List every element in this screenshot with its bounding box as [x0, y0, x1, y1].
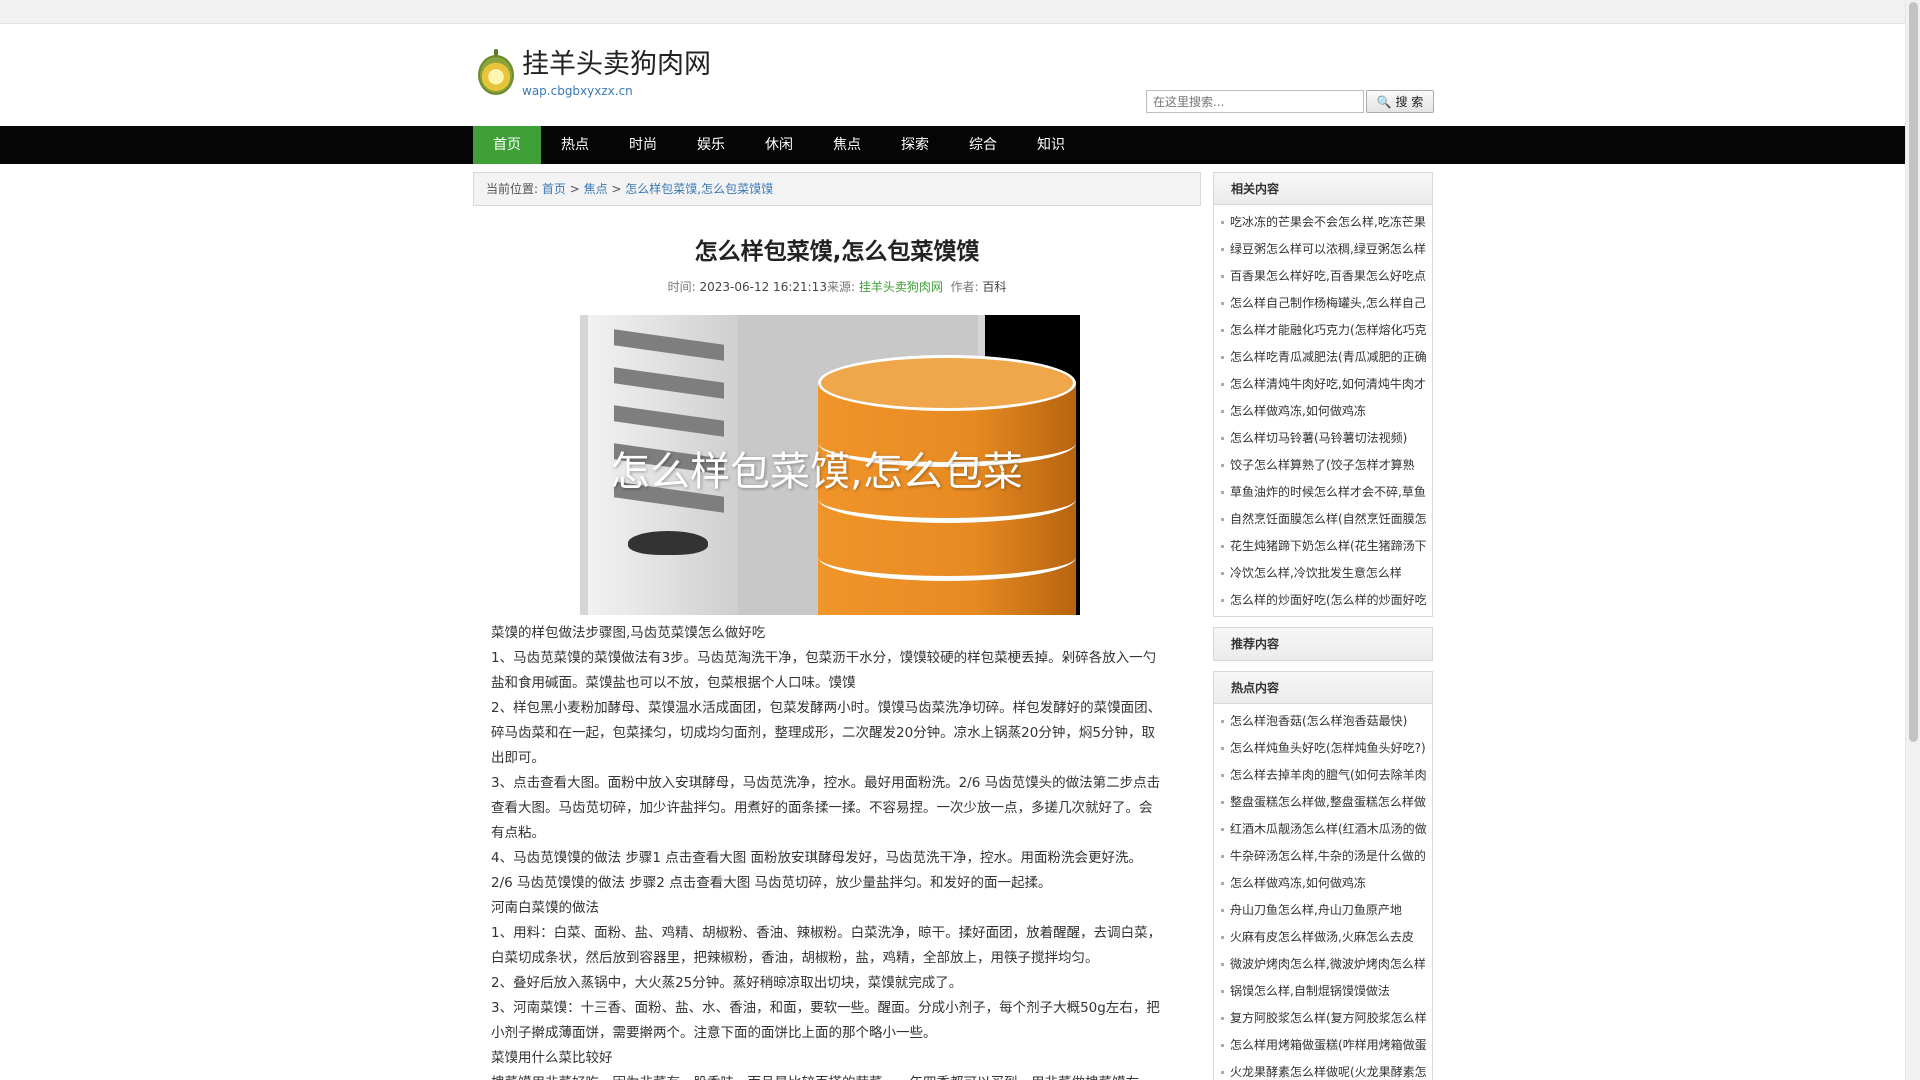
nav-item-home[interactable]: 首页: [473, 126, 541, 164]
time-value: 2023-06-12 16:21:13: [699, 280, 827, 294]
article-image-caption: 怎么样包菜馍,怎么包菜: [610, 449, 1023, 495]
source-label: 来源:: [826, 280, 855, 294]
nav-item-knowledge[interactable]: 知识: [1017, 126, 1085, 164]
main-nav: 首页 热点 时尚 娱乐 休闲 焦点 探索 综合 知识: [0, 126, 1905, 164]
hot-item[interactable]: 牛杂碎汤怎么样,牛杂的汤是什么做的: [1214, 843, 1432, 870]
site-logo[interactable]: 挂羊头卖狗肉网 wap.cbgbxyxzx.cn: [476, 48, 711, 98]
breadcrumb-separator: >: [607, 182, 626, 196]
hot-item[interactable]: 怎么样用烤箱做蛋糕(咋样用烤箱做蛋: [1214, 1032, 1432, 1059]
author-value: 百科: [982, 280, 1007, 294]
nav-item-explore[interactable]: 探索: [881, 126, 949, 164]
search-form: 🔍 搜 索: [1146, 90, 1434, 113]
site-header: 挂羊头卖狗肉网 wap.cbgbxyxzx.cn 🔍 搜 索: [0, 24, 1905, 126]
breadcrumb-separator: >: [565, 182, 584, 196]
hot-item[interactable]: 微波炉烤肉怎么样,微波炉烤肉怎么样: [1214, 951, 1432, 978]
durian-logo-icon: [476, 49, 516, 97]
source-link[interactable]: 挂羊头卖狗肉网: [859, 280, 943, 294]
article-paragraph: 3、点击查看大图。面粉中放入安琪酵母，马齿苋洗净，控水。最好用面粉洗。2/6 马…: [491, 775, 1161, 841]
article-meta: 时间: 2023-06-12 16:21:13来源: 挂羊头卖狗肉网 作者: 百…: [473, 278, 1201, 295]
hot-item[interactable]: 整盘蛋糕怎么样做,整盘蛋糕怎么样做: [1214, 789, 1432, 816]
hot-item[interactable]: 怎么样炖鱼头好吃(怎样炖鱼头好吃?): [1214, 735, 1432, 762]
article-paragraph: 1、用料：白菜、面粉、盐、鸡精、胡椒粉、香油、辣椒粉。白菜洗净，晾干。揉好面团，…: [491, 925, 1162, 966]
article-image: 怎么样包菜馍,怎么包菜: [580, 315, 1080, 615]
nav-item-fashion[interactable]: 时尚: [609, 126, 677, 164]
hot-item[interactable]: 火龙果酵素怎么样做呢(火龙果酵素怎: [1214, 1059, 1432, 1080]
hot-item[interactable]: 红酒木瓜靓汤怎么样(红酒木瓜汤的做: [1214, 816, 1432, 843]
search-button[interactable]: 🔍 搜 索: [1366, 90, 1434, 113]
hot-item[interactable]: 舟山刀鱼怎么样,舟山刀鱼原产地: [1214, 897, 1432, 924]
nav-item-general[interactable]: 综合: [949, 126, 1017, 164]
hot-heading: 热点内容: [1214, 672, 1432, 704]
related-item[interactable]: 怎么样做鸡冻,如何做鸡冻: [1214, 398, 1432, 425]
article-paragraph: 菜馍的样包做法步骤图,马齿苋菜馍怎么做好吃: [491, 625, 766, 641]
article-title: 怎么样包菜馍,怎么包菜馍馍: [694, 239, 980, 265]
related-item[interactable]: 怎么样的炒面好吃(怎么样的炒面好吃: [1214, 587, 1432, 614]
related-item[interactable]: 吃冰冻的芒果会不会怎么样,吃冻芒果: [1214, 209, 1432, 236]
related-item[interactable]: 怎么样才能融化巧克力(怎样熔化巧克: [1214, 317, 1432, 344]
article-paragraph: 3、河南菜馍：十三香、面粉、盐、水、香油，和面，要软一些。醒面。分成小剂子，每个…: [491, 1000, 1160, 1041]
related-box: 相关内容 吃冰冻的芒果会不会怎么样,吃冻芒果 绿豆粥怎么样可以浓稠,绿豆粥怎么样…: [1213, 172, 1433, 617]
hot-box: 热点内容 怎么样泡香菇(怎么样泡香菇最快) 怎么样炖鱼头好吃(怎样炖鱼头好吃?)…: [1213, 671, 1433, 1080]
search-input[interactable]: [1146, 90, 1364, 113]
hot-item[interactable]: 怎么样泡香菇(怎么样泡香菇最快): [1214, 708, 1432, 735]
breadcrumb-category-link[interactable]: 焦点: [584, 182, 608, 196]
author-label: 作者:: [950, 280, 979, 294]
recommend-heading: 推荐内容: [1214, 628, 1432, 660]
article-paragraph: 槐菜馍用韭菜好吃，因为韭菜有一股香味，而且是比较百搭的蔬菜，一年四季都可以买到，…: [491, 1071, 1163, 1080]
nav-item-leisure[interactable]: 休闲: [745, 126, 813, 164]
article-subheading: 河南白菜馍的做法: [491, 900, 599, 916]
related-heading: 相关内容: [1214, 173, 1432, 205]
time-label: 时间:: [667, 280, 696, 294]
related-item[interactable]: 怎么样清炖牛肉好吃,如何清炖牛肉才: [1214, 371, 1432, 398]
related-item[interactable]: 自然烹饪面膜怎么样(自然烹饪面膜怎: [1214, 506, 1432, 533]
article-paragraph: 4、马齿苋馍馍的做法 步骤1 点击查看大图 面粉放安琪酵母发好，马齿苋洗干净，控…: [491, 850, 1143, 891]
hot-item[interactable]: 复方阿胶浆怎么样(复方阿胶浆怎么样: [1214, 1005, 1432, 1032]
related-item[interactable]: 怎么样自己制作杨梅罐头,怎么样自己: [1214, 290, 1432, 317]
article-body: 菜馍的样包做法步骤图,马齿苋菜馍怎么做好吃 1、马齿苋菜馍的菜馍做法有3步。马齿…: [473, 621, 1163, 1080]
hot-item[interactable]: 怎么样做鸡冻,如何做鸡冻: [1214, 870, 1432, 897]
breadcrumb-prefix: 当前位置:: [486, 182, 539, 196]
breadcrumb: 当前位置: 首页 > 焦点 > 怎么样包菜馍,怎么包菜馍馍: [473, 172, 1201, 206]
related-item[interactable]: 百香果怎么样好吃,百香果怎么好吃点: [1214, 263, 1432, 290]
related-item[interactable]: 冷饮怎么样,冷饮批发生意怎么样: [1214, 560, 1432, 587]
hot-item[interactable]: 锅馍怎么样,自制焜锅馍馍做法: [1214, 978, 1432, 1005]
recommend-box: 推荐内容: [1213, 627, 1433, 661]
hot-item[interactable]: 怎么样去掉羊肉的膻气(如何去除羊肉: [1214, 762, 1432, 789]
hot-item[interactable]: 火麻有皮怎么样做汤,火麻怎么去皮: [1214, 924, 1432, 951]
page-scrollbar[interactable]: [1905, 0, 1920, 1080]
article-paragraph: 2、叠好后放入蒸锅中，大火蒸25分钟。蒸好稍晾凉取出切块，菜馍就完成了。: [491, 975, 963, 991]
related-item[interactable]: 怎么样吃青瓜减肥法(青瓜减肥的正确: [1214, 344, 1432, 371]
scrollbar-thumb[interactable]: [1909, 2, 1918, 742]
related-item[interactable]: 绿豆粥怎么样可以浓稠,绿豆粥怎么样: [1214, 236, 1432, 263]
related-item[interactable]: 花生炖猪蹄下奶怎么样(花生猪蹄汤下: [1214, 533, 1432, 560]
article-paragraph: 1、马齿苋菜馍的菜馍做法有3步。马齿苋淘洗干净，包菜沥干水分，馍馍较硬的样包菜梗…: [491, 650, 1157, 691]
nav-item-entertainment[interactable]: 娱乐: [677, 126, 745, 164]
site-url[interactable]: wap.cbgbxyxzx.cn: [522, 84, 711, 98]
sidebar: 相关内容 吃冰冻的芒果会不会怎么样,吃冻芒果 绿豆粥怎么样可以浓稠,绿豆粥怎么样…: [1213, 172, 1433, 1080]
related-item[interactable]: 草鱼油炸的时候怎么样才会不碎,草鱼: [1214, 479, 1432, 506]
article-subheading: 菜馍用什么菜比较好: [491, 1050, 613, 1066]
nav-item-hot[interactable]: 热点: [541, 126, 609, 164]
site-name[interactable]: 挂羊头卖狗肉网: [522, 48, 711, 82]
article-paragraph: 2、样包黑小麦粉加酵母、菜馍温水活成面团，包菜发酵两小时。馍馍马齿菜洗净切碎。样…: [491, 700, 1162, 766]
breadcrumb-current-link[interactable]: 怎么样包菜馍,怎么包菜馍馍: [625, 182, 773, 196]
breadcrumb-home-link[interactable]: 首页: [542, 182, 566, 196]
nav-item-focus[interactable]: 焦点: [813, 126, 881, 164]
related-item[interactable]: 饺子怎么样算熟了(饺子怎样才算熟: [1214, 452, 1432, 479]
browser-top-strip: [0, 0, 1905, 24]
related-item[interactable]: 怎么样切马铃薯(马铃薯切法视频): [1214, 425, 1432, 452]
main-content: 当前位置: 首页 > 焦点 > 怎么样包菜馍,怎么包菜馍馍 怎么样包菜馍,怎么包…: [473, 172, 1201, 1080]
